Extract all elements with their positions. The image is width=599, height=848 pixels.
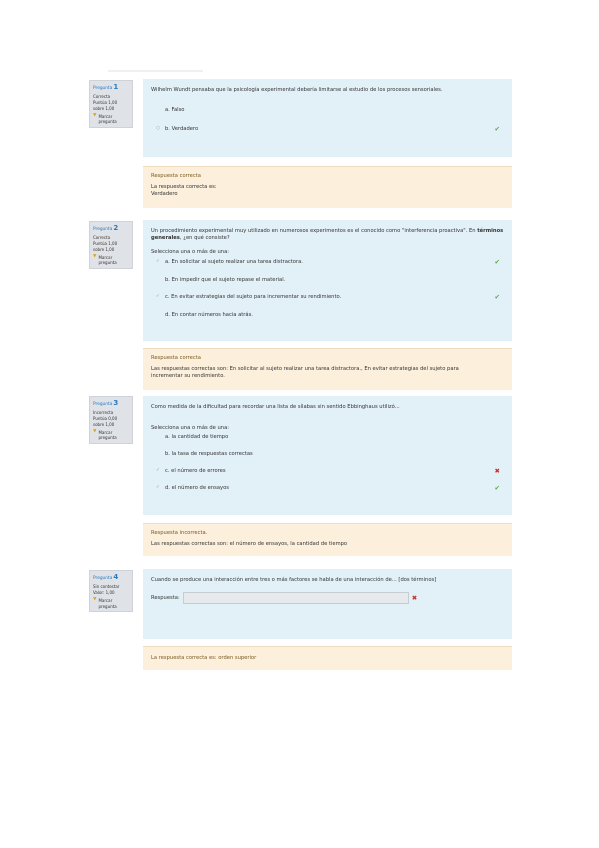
- answer-label: d. el número de ensayos: [165, 485, 229, 492]
- answer-row: Respuesta: ✖: [151, 592, 504, 605]
- answer-label: a. En solicitar al sujeto realizar una t…: [165, 259, 303, 266]
- flag-question-link[interactable]: ▼ Marcar pregunta: [93, 596, 129, 609]
- flag-icon: ▼: [93, 112, 97, 118]
- answer-label: b. Verdadero: [165, 126, 199, 133]
- checked-icon: ✓: [156, 294, 160, 300]
- question-content-3: Como medida de la dificultad para record…: [143, 396, 512, 515]
- flag-icon: ▼: [93, 596, 97, 602]
- feedback-line: Verdadero: [151, 191, 178, 198]
- correct-check-icon: ✔: [494, 258, 500, 267]
- question-info-2: Pregunta2 Correcta Puntúa 1,00 sobre 1,00…: [89, 221, 133, 269]
- answer-option[interactable]: ✓ c. En evitar estrategias del sujeto pa…: [151, 292, 504, 302]
- feedback-line: Las respuestas correctas son: En solicit…: [151, 366, 459, 373]
- answer-label: d. En contar números hacia atrás.: [165, 312, 253, 319]
- question-content-2: Un procedimiento experimental muy utiliz…: [143, 220, 512, 341]
- feedback-line: incrementar su rendimiento.: [151, 373, 225, 380]
- question-number: Pregunta4: [93, 573, 119, 581]
- checked-icon: ✓: [156, 485, 160, 491]
- answer-label: b. la tasa de respuestas correctas: [165, 451, 253, 458]
- feedback-title: La respuesta correcta es: orden superior: [151, 655, 257, 661]
- feedback-line: La respuesta correcta es:: [151, 184, 217, 191]
- correct-check-icon: ✔: [494, 293, 500, 302]
- answer-label: Respuesta:: [151, 594, 180, 601]
- answer-label: b. En impedir que el sujeto repase el ma…: [165, 277, 286, 284]
- answer-option[interactable]: b. En impedir que el sujeto repase el ma…: [151, 275, 504, 285]
- question-grade: Puntúa 1,00 sobre 1,00: [93, 241, 118, 252]
- answer-label: a. Falso: [165, 107, 185, 114]
- answer-option[interactable]: a. Falso: [151, 105, 504, 115]
- feedback-title: Respuesta correcta: [151, 355, 201, 361]
- question-text: Wilhelm Wundt pensaba que la psicología …: [151, 87, 443, 93]
- answer-option[interactable]: b. la tasa de respuestas correctas: [151, 449, 504, 459]
- feedback-box-2: Respuesta correcta Las respuestas correc…: [143, 348, 512, 390]
- question-content-4: Cuando se produce una interacción entre …: [143, 569, 512, 639]
- answer-label: c. el número de errores: [165, 468, 226, 475]
- feedback-title: Respuesta incorrecta.: [151, 530, 208, 536]
- flag-question-link[interactable]: ▼ Marcar pregunta: [93, 253, 129, 266]
- question-info-1: Pregunta1 Correcta Puntúa 1,00 sobre 1,00…: [89, 80, 133, 128]
- answer-option[interactable]: d. En contar números hacia atrás.: [151, 310, 504, 320]
- question-number: Pregunta3: [93, 399, 119, 407]
- question-grade: Puntúa 1,00 sobre 1,00: [93, 100, 118, 111]
- correct-check-icon: ✔: [494, 125, 500, 134]
- feedback-box-1: Respuesta correcta La respuesta correcta…: [143, 166, 512, 208]
- question-text: Cuando se produce una interacción entre …: [151, 577, 437, 583]
- answer-input[interactable]: [182, 592, 409, 605]
- answer-option[interactable]: a. la cantidad de tiempo: [151, 432, 504, 442]
- radio-icon: ○: [156, 126, 160, 132]
- answer-prompt: Selecciona una o más de una:: [151, 425, 229, 432]
- feedback-line: Las respuestas correctas son: el número …: [151, 541, 348, 548]
- feedback-box-3: Respuesta incorrecta. Las respuestas cor…: [143, 523, 512, 556]
- question-grade: Valor: 1,00: [93, 590, 115, 596]
- question-text: Como medida de la dificultad para record…: [151, 404, 400, 410]
- question-info-4: Pregunta4 Sin contestar Valor: 1,00 ▼ Ma…: [89, 570, 133, 613]
- question-number: Pregunta1: [93, 83, 119, 91]
- question-content-1: Wilhelm Wundt pensaba que la psicología …: [143, 79, 512, 157]
- incorrect-cross-icon: ✖: [494, 467, 500, 476]
- flag-question-link[interactable]: ▼ Marcar pregunta: [93, 428, 129, 441]
- answer-prompt: Selecciona una o más de una:: [151, 249, 229, 256]
- answer-option[interactable]: ✓ d. el número de ensayos ✔: [151, 483, 504, 493]
- question-state: Correcta: [93, 93, 111, 99]
- checked-icon: ✓: [156, 468, 160, 474]
- correct-check-icon: ✔: [494, 484, 500, 493]
- incorrect-cross-icon: ✖: [411, 593, 418, 602]
- answer-option[interactable]: ○ b. Verdadero ✔: [151, 124, 504, 134]
- answer-label: c. En evitar estrategias del sujeto para…: [165, 294, 342, 301]
- feedback-box-4: La respuesta correcta es: orden superior: [143, 646, 512, 670]
- question-info-3: Pregunta3 Incorrecta Puntúa 0,00 sobre 1,…: [89, 396, 133, 444]
- question-grade: Puntúa 0,00 sobre 1,00: [93, 416, 118, 427]
- question-state: Correcta: [93, 234, 111, 240]
- answer-option[interactable]: ✓ a. En solicitar al sujeto realizar una…: [151, 257, 504, 267]
- page-top-divider: [108, 70, 203, 72]
- question-text: Un procedimiento experimental muy utiliz…: [151, 228, 504, 242]
- feedback-title: Respuesta correcta: [151, 173, 201, 179]
- flag-icon: ▼: [93, 428, 97, 434]
- question-number: Pregunta2: [93, 224, 119, 232]
- question-state: Sin contestar: [93, 583, 120, 589]
- flag-question-link[interactable]: ▼ Marcar pregunta: [93, 112, 129, 125]
- flag-icon: ▼: [93, 253, 97, 259]
- checked-icon: ✓: [156, 259, 160, 265]
- question-state: Incorrecta: [93, 409, 114, 415]
- answer-option[interactable]: ✓ c. el número de errores ✖: [151, 466, 504, 476]
- answer-label: a. la cantidad de tiempo: [165, 434, 229, 441]
